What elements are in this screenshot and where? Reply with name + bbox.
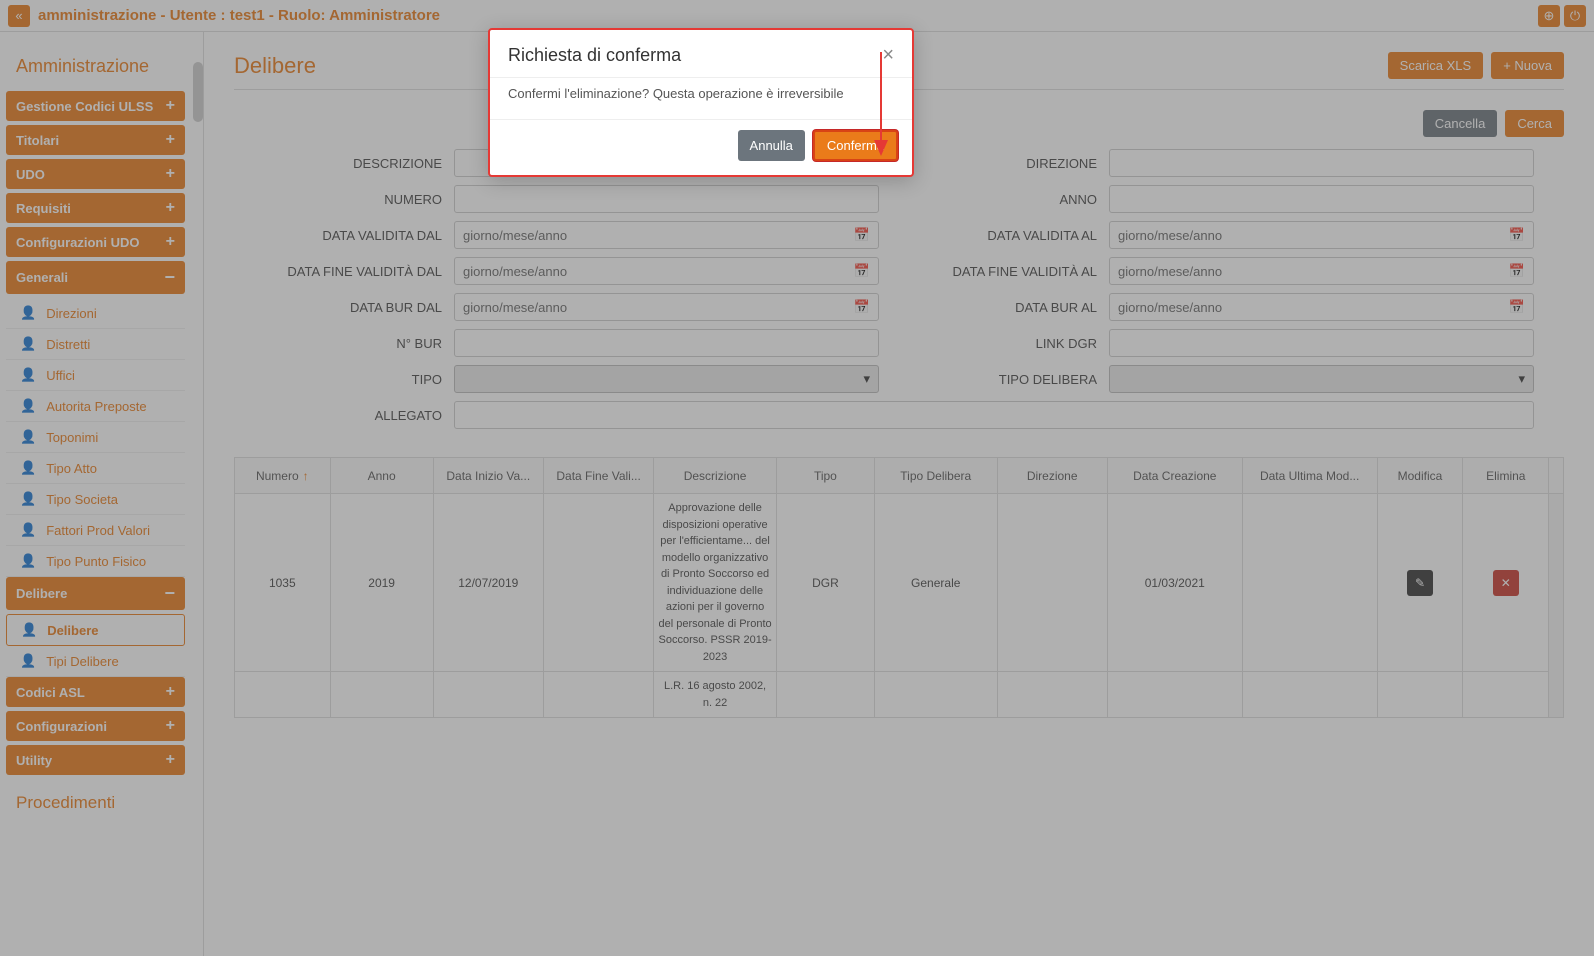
confirm-modal: Richiesta di conferma × Confermi l'elimi… <box>488 28 914 177</box>
modal-body: Confermi l'eliminazione? Questa operazio… <box>490 77 912 120</box>
modal-title: Richiesta di conferma <box>508 45 681 66</box>
modal-confirm-button[interactable]: Conferma <box>813 130 898 161</box>
close-icon[interactable]: × <box>882 44 894 67</box>
modal-cancel-button[interactable]: Annulla <box>738 130 805 161</box>
